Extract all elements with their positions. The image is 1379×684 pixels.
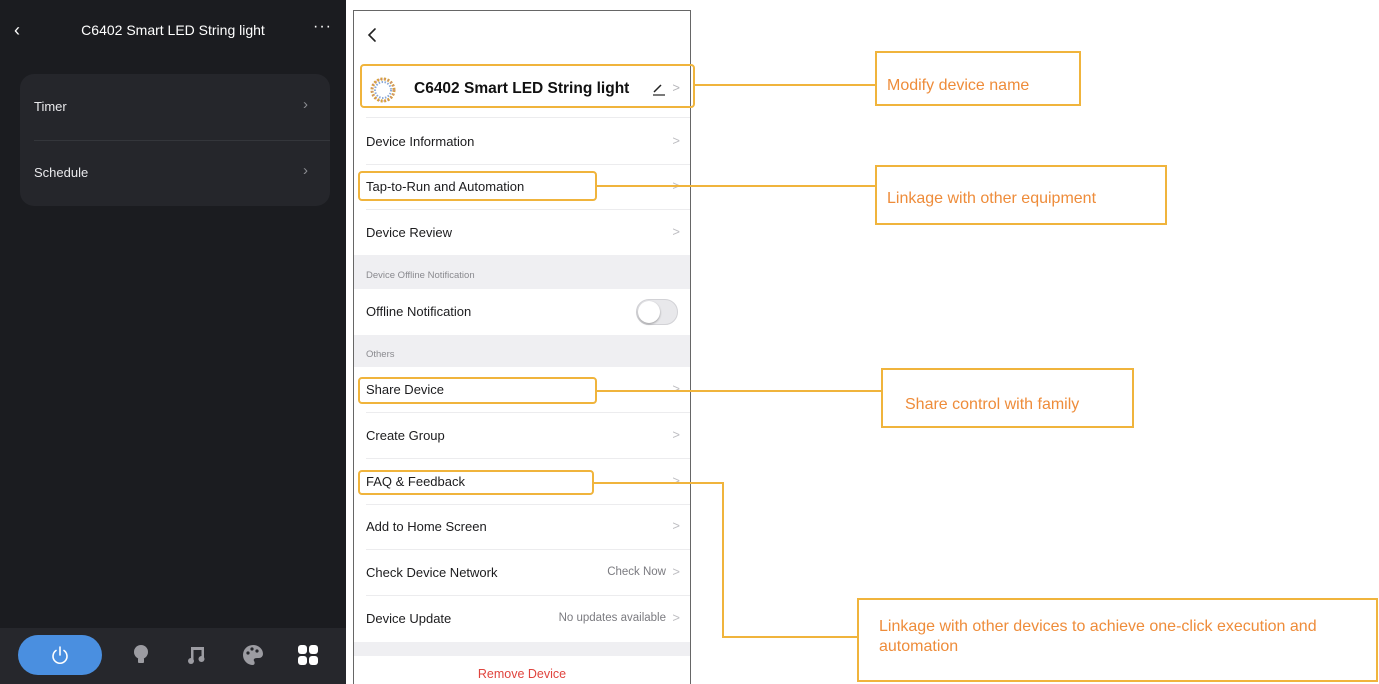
back-icon[interactable]: ‹ <box>14 20 34 40</box>
chevron-right-icon: > <box>672 610 680 625</box>
bottom-tab-bar <box>0 628 346 684</box>
device-information-row[interactable]: Device Information > <box>354 119 690 164</box>
music-icon[interactable] <box>184 642 210 668</box>
note-one-click: Linkage with other devices to achieve on… <box>857 598 1378 682</box>
row-label: Create Group <box>366 428 445 443</box>
update-status: No updates available <box>558 612 666 624</box>
row-label: Device Update <box>366 611 452 626</box>
row-label: Check Device Network <box>366 565 498 580</box>
chevron-right-icon: › <box>303 162 308 179</box>
schedule-row[interactable]: Schedule › <box>20 140 330 206</box>
note-text: Modify device name <box>887 77 1030 94</box>
chevron-right-icon: > <box>672 381 680 396</box>
left-header: ‹ C6402 Smart LED String light ··· <box>0 0 346 60</box>
timer-label: Timer <box>34 99 67 114</box>
check-device-network-row[interactable]: Check Device Network Check Now > <box>354 550 690 595</box>
grid-icon[interactable] <box>295 642 321 668</box>
device-review-row[interactable]: Device Review > <box>354 210 690 255</box>
row-label: Device Information <box>366 134 475 149</box>
bulb-icon[interactable] <box>128 642 154 668</box>
highlight-faq <box>358 470 594 495</box>
offline-notification-toggle[interactable] <box>636 299 678 325</box>
section-label: Device Offline Notification <box>366 270 475 281</box>
note-linkage: Linkage with other equipment <box>875 165 1167 225</box>
highlight-share-device <box>358 377 597 404</box>
palette-icon[interactable] <box>240 642 266 668</box>
note-text: Share control with family <box>905 396 1080 413</box>
chevron-right-icon: > <box>672 133 680 148</box>
left-page-title: C6402 Smart LED String light <box>81 22 265 38</box>
highlight-tap-to-run <box>358 171 597 201</box>
offline-notification-row: Offline Notification <box>354 289 690 334</box>
schedule-label: Schedule <box>34 165 89 180</box>
chevron-right-icon: › <box>303 96 308 113</box>
offline-section-header: Device Offline Notification <box>354 255 690 289</box>
note-text: Linkage with other equipment <box>887 190 1097 207</box>
chevron-right-icon: > <box>672 427 680 442</box>
others-section-header: Others <box>354 335 690 367</box>
timer-row[interactable]: Timer › <box>20 74 330 140</box>
more-options-icon[interactable]: ··· <box>313 18 332 36</box>
row-label: Add to Home Screen <box>366 519 487 534</box>
add-to-home-screen-row[interactable]: Add to Home Screen > <box>354 504 690 549</box>
chevron-right-icon: > <box>672 564 680 579</box>
note-modify-name: Modify device name <box>875 51 1081 106</box>
note-share-control: Share control with family <box>881 368 1134 428</box>
power-button[interactable] <box>18 635 102 675</box>
row-label: Offline Notification <box>366 304 472 319</box>
highlight-device-name <box>360 64 695 108</box>
left-settings-card: Timer › Schedule › <box>20 74 330 206</box>
row-label: Device Review <box>366 225 452 240</box>
section-label: Others <box>366 349 395 360</box>
right-phone-screen: C6402 Smart LED String light > Device In… <box>353 10 691 684</box>
connector-line <box>597 390 881 392</box>
section-spacer <box>354 642 690 656</box>
note-text: Linkage with other devices to achieve on… <box>879 618 1317 655</box>
connector-line <box>722 636 857 638</box>
check-now-link[interactable]: Check Now <box>607 566 666 578</box>
back-icon[interactable] <box>364 25 382 45</box>
chevron-right-icon: > <box>672 518 680 533</box>
chevron-right-icon: > <box>672 473 680 488</box>
left-phone-screen: ‹ C6402 Smart LED String light ··· Timer… <box>0 0 346 684</box>
connector-line <box>695 84 875 86</box>
device-update-row[interactable]: Device Update No updates available > <box>354 596 690 641</box>
connector-line <box>722 482 724 638</box>
divider <box>366 117 690 118</box>
toggle-knob <box>638 301 660 323</box>
create-group-row[interactable]: Create Group > <box>354 413 690 458</box>
connector-line <box>594 482 724 484</box>
chevron-right-icon: > <box>672 224 680 239</box>
connector-line <box>597 185 876 187</box>
power-icon <box>52 646 68 664</box>
remove-device-button[interactable]: Remove Device <box>354 667 690 681</box>
